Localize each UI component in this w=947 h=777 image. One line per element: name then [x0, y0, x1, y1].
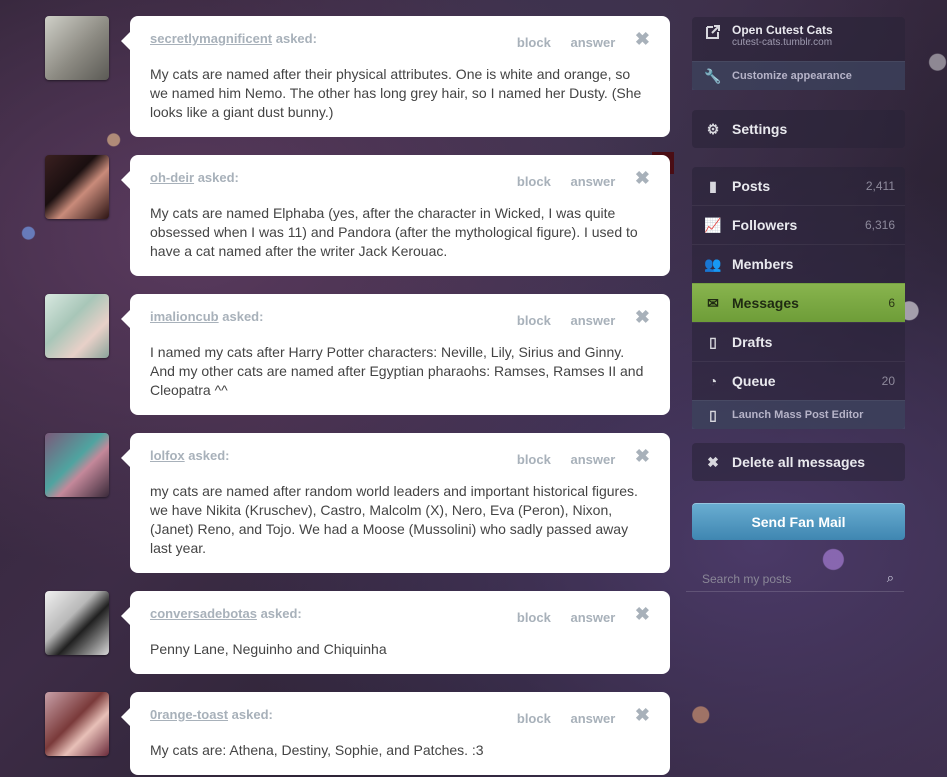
blog-url: cutest-cats.tumblr.com	[732, 37, 833, 48]
external-link-icon	[704, 23, 722, 41]
block-button[interactable]: block	[517, 313, 551, 328]
customize-appearance-link[interactable]: 🔧 Customize appearance	[692, 61, 905, 90]
page-icon: ▯	[709, 333, 717, 350]
close-icon[interactable]: ✖	[635, 604, 650, 624]
message-bubble: 0range-toast asked: block answer ✖ My ca…	[121, 692, 670, 775]
message-text: Penny Lane, Neguinho and Chiquinha	[150, 641, 387, 657]
page-icon: ▯	[709, 406, 717, 423]
avatar[interactable]	[45, 591, 109, 655]
nav-messages[interactable]: ✉ Messages 6	[692, 283, 905, 322]
delete-panel: ✖ Delete all messages	[692, 443, 905, 481]
search-placeholder: Search my posts	[702, 571, 792, 586]
message-bubble: conversadebotas asked: block answer ✖ Pe…	[121, 591, 670, 674]
asked-label: asked:	[197, 170, 239, 185]
block-button[interactable]: block	[517, 174, 551, 189]
nav-posts[interactable]: ▮ Posts 2,411	[692, 167, 905, 205]
block-button[interactable]: block	[517, 610, 551, 625]
search-input[interactable]: Search my posts ⌕	[686, 566, 904, 592]
asked-label: asked:	[188, 448, 230, 463]
search-icon[interactable]: ⌕	[887, 570, 894, 586]
asker-link[interactable]: lolfox	[150, 448, 185, 463]
page-icon: ▮	[709, 177, 717, 194]
message-bubble: oh-deir asked: block answer ✖ My cats ar…	[121, 155, 670, 276]
delete-all-messages-button[interactable]: ✖ Delete all messages	[692, 443, 905, 481]
asker-link[interactable]: secretlymagnificent	[150, 31, 272, 46]
gear-icon: ⚙	[706, 120, 720, 137]
message-bubble: imalioncub asked: block answer ✖ I named…	[121, 294, 670, 415]
message-text: My cats are named after their physical a…	[150, 66, 642, 120]
message-text: I named my cats after Harry Potter chara…	[150, 344, 644, 398]
block-button[interactable]: block	[517, 452, 551, 467]
mass-post-editor-link[interactable]: ▯ Launch Mass Post Editor	[692, 400, 905, 429]
avatar[interactable]	[45, 16, 109, 80]
answer-button[interactable]: answer	[570, 174, 615, 189]
chart-icon: 📈	[704, 216, 722, 233]
asked-label: asked:	[275, 31, 317, 46]
asked-label: asked:	[222, 309, 264, 324]
wrench-icon: 🔧	[704, 67, 722, 84]
blog-title: Open Cutest Cats	[732, 23, 833, 37]
asker-link[interactable]: conversadebotas	[150, 606, 257, 621]
avatar[interactable]	[45, 692, 109, 756]
asker-link[interactable]: 0range-toast	[150, 707, 228, 722]
send-fan-mail-button[interactable]: Send Fan Mail	[692, 503, 905, 540]
nav-queue[interactable]: ◔ Queue 20	[692, 361, 905, 400]
nav-members[interactable]: 👥 Members	[692, 244, 905, 283]
block-button[interactable]: block	[517, 711, 551, 726]
settings-panel: ⚙ Settings	[692, 110, 905, 148]
message-bubble: secretlymagnificent asked: block answer …	[121, 16, 670, 137]
message-text: My cats are named Elphaba (yes, after th…	[150, 205, 638, 259]
asked-label: asked:	[260, 606, 302, 621]
message-text: my cats are named after random world lea…	[150, 483, 638, 556]
answer-button[interactable]: answer	[570, 313, 615, 328]
blog-panel: Open Cutest Cats cutest-cats.tumblr.com …	[692, 17, 905, 90]
x-icon: ✖	[707, 453, 719, 470]
close-icon[interactable]: ✖	[635, 446, 650, 466]
avatar[interactable]	[45, 433, 109, 497]
close-icon[interactable]: ✖	[635, 307, 650, 327]
answer-button[interactable]: answer	[570, 711, 615, 726]
message-bubble: lolfox asked: block answer ✖ my cats are…	[121, 433, 670, 573]
answer-button[interactable]: answer	[570, 610, 615, 625]
message-text: My cats are: Athena, Destiny, Sophie, an…	[150, 742, 484, 758]
asked-label: asked:	[231, 707, 273, 722]
clock-icon: ◔	[708, 373, 718, 389]
nav-followers[interactable]: 📈 Followers 6,316	[692, 205, 905, 244]
settings-link[interactable]: ⚙ Settings	[692, 110, 905, 148]
answer-button[interactable]: answer	[570, 452, 615, 467]
nav-drafts[interactable]: ▯ Drafts	[692, 322, 905, 361]
avatar[interactable]	[45, 294, 109, 358]
asker-link[interactable]: imalioncub	[150, 309, 219, 324]
answer-button[interactable]: answer	[570, 35, 615, 50]
open-blog-link[interactable]: Open Cutest Cats cutest-cats.tumblr.com	[692, 17, 905, 61]
block-button[interactable]: block	[517, 35, 551, 50]
close-icon[interactable]: ✖	[635, 168, 650, 188]
asker-link[interactable]: oh-deir	[150, 170, 194, 185]
nav-panel: ▮ Posts 2,411 📈 Followers 6,316 👥 Member…	[692, 167, 905, 429]
envelope-icon: ✉	[707, 294, 719, 311]
close-icon[interactable]: ✖	[635, 705, 650, 725]
avatar[interactable]	[45, 155, 109, 219]
people-icon: 👥	[704, 255, 722, 272]
close-icon[interactable]: ✖	[635, 29, 650, 49]
